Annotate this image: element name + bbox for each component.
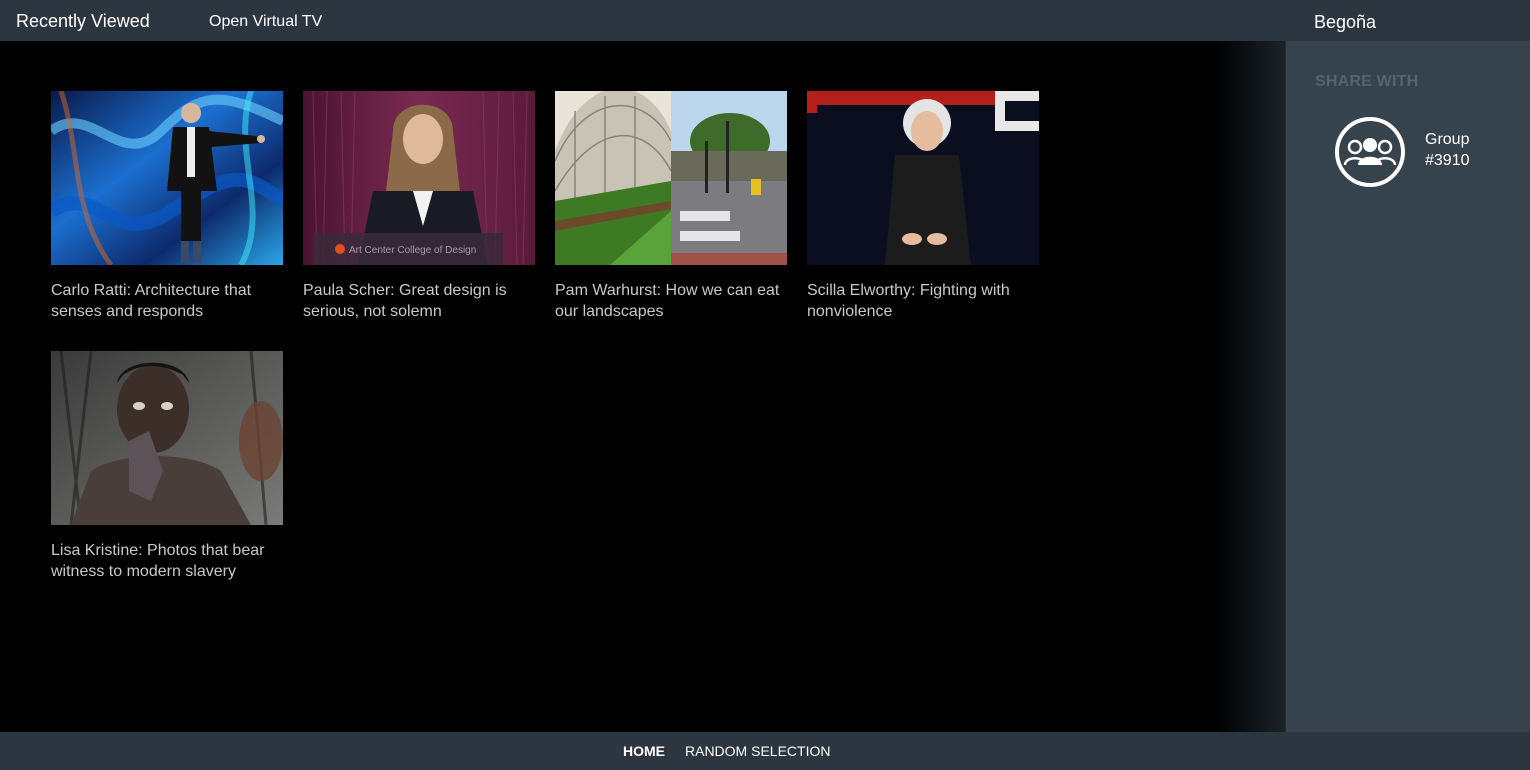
video-card[interactable]: Pam Warhurst: How we can eat our landsca… xyxy=(555,91,787,322)
nav-random-selection-link[interactable]: RANDOM SELECTION xyxy=(685,743,830,759)
video-title[interactable]: Pam Warhurst: How we can eat our landsca… xyxy=(555,280,787,322)
share-sidebar: SHARE WITH Group #3910 xyxy=(1285,41,1530,732)
video-thumbnail[interactable] xyxy=(51,91,283,265)
user-name[interactable]: Begoña xyxy=(1314,12,1376,33)
video-thumbnail[interactable]: Art Center College of Design xyxy=(303,91,535,265)
svg-text:Art Center College of Design: Art Center College of Design xyxy=(349,245,476,256)
share-group-item[interactable]: Group #3910 xyxy=(1334,117,1524,189)
video-card[interactable]: Scilla Elworthy: Fighting with nonviolen… xyxy=(807,91,1039,322)
video-card[interactable]: Carlo Ratti: Architecture that senses an… xyxy=(51,91,283,322)
share-with-heading: SHARE WITH xyxy=(1315,73,1419,90)
nav-home-link[interactable]: HOME xyxy=(623,743,665,759)
video-title[interactable]: Paula Scher: Great design is serious, no… xyxy=(303,280,535,322)
video-title[interactable]: Carlo Ratti: Architecture that senses an… xyxy=(51,280,283,322)
video-thumbnail[interactable] xyxy=(807,91,1039,265)
group-people-icon[interactable] xyxy=(1334,117,1406,194)
open-virtual-tv-link[interactable]: Open Virtual TV xyxy=(209,13,322,31)
video-thumbnail[interactable] xyxy=(555,91,787,265)
video-thumbnail[interactable] xyxy=(51,351,283,525)
page-title: Recently Viewed xyxy=(16,11,150,31)
group-name[interactable]: Group #3910 xyxy=(1425,129,1505,171)
video-grid: Carlo Ratti: Architecture that senses an… xyxy=(0,41,1285,732)
top-bar: Recently Viewed Open Virtual TV Begoña xyxy=(0,0,1530,41)
bottom-nav: HOME RANDOM SELECTION xyxy=(0,732,1530,770)
video-card[interactable]: Lisa Kristine: Photos that bear witness … xyxy=(51,351,283,582)
video-title[interactable]: Scilla Elworthy: Fighting with nonviolen… xyxy=(807,280,1039,322)
video-title[interactable]: Lisa Kristine: Photos that bear witness … xyxy=(51,540,283,582)
video-card[interactable]: Art Center College of Design Paula Scher… xyxy=(303,91,535,322)
